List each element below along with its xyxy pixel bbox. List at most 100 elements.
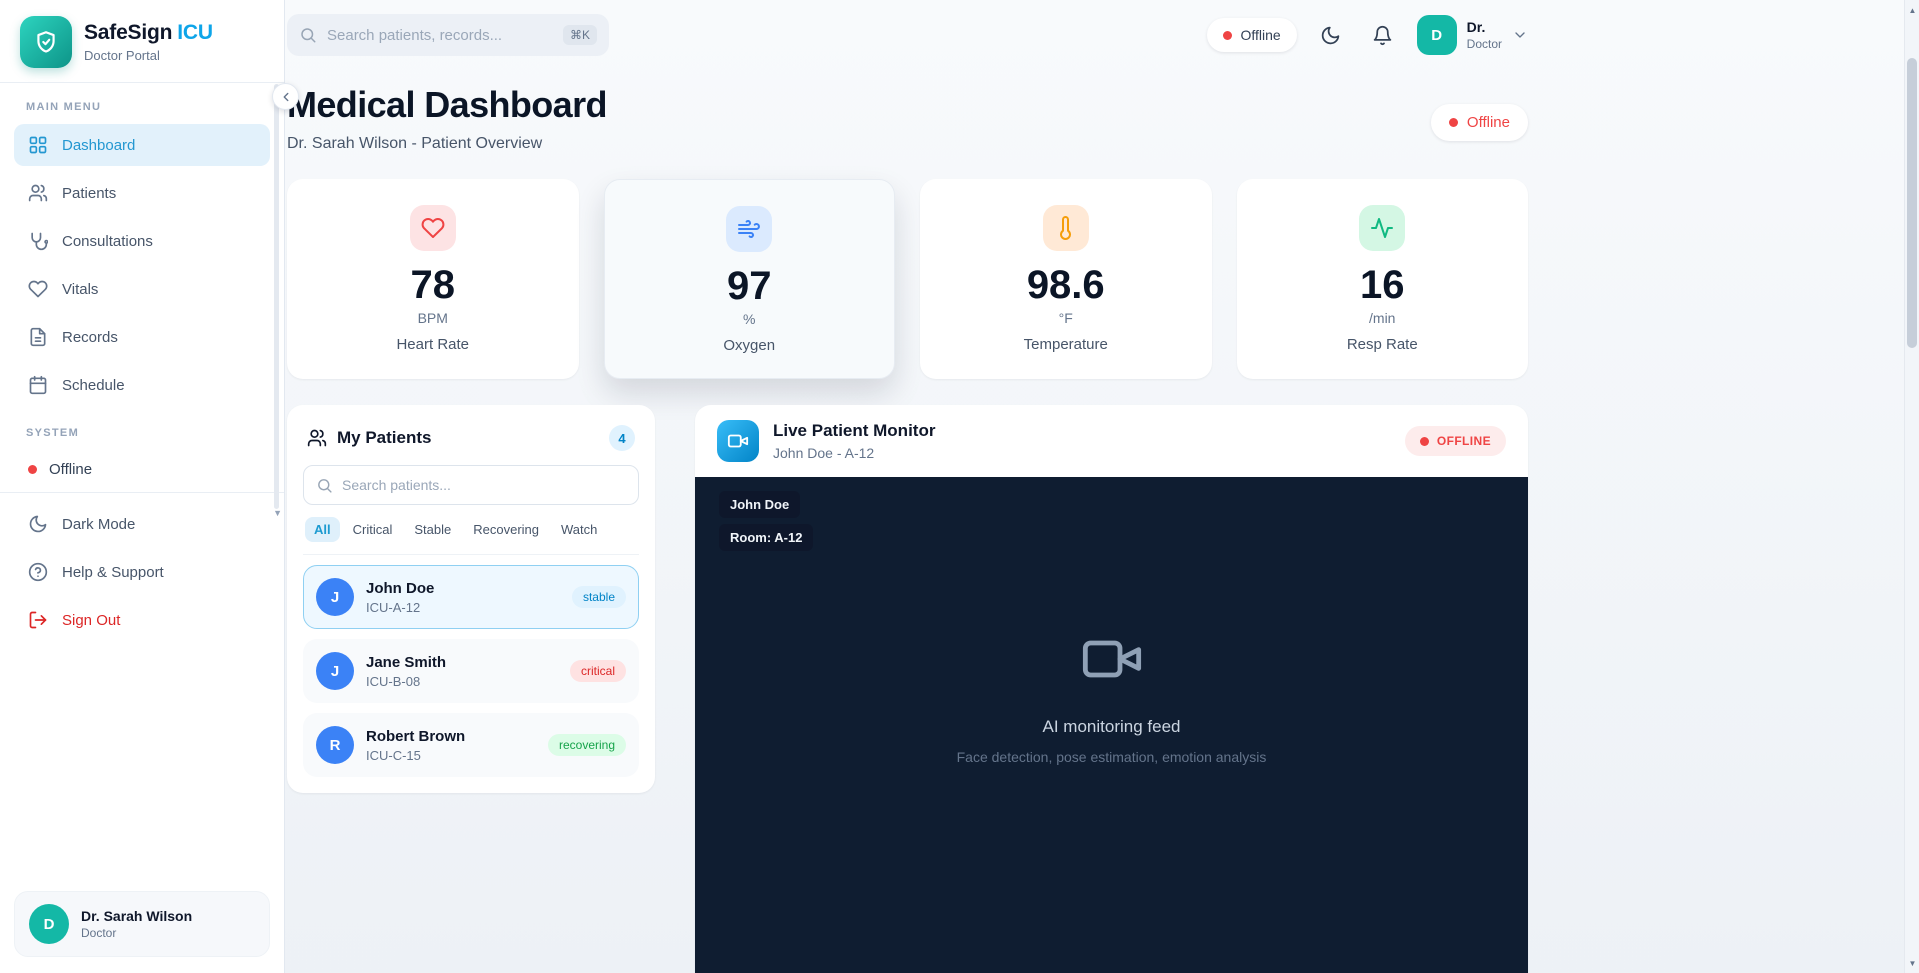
sidebar-item-patients[interactable]: Patients [14,172,270,214]
sidebar-item-schedule[interactable]: Schedule [14,364,270,406]
filter-recovering[interactable]: Recovering [464,517,548,542]
patient-search-input[interactable] [342,477,626,493]
page-scrollbar[interactable]: ▲ ▼ [1904,0,1919,973]
vital-value: 78 [410,263,456,307]
sidebar-collapse-button[interactable] [272,83,299,110]
global-search[interactable]: ⌘K [287,14,609,56]
help-support-item[interactable]: Help & Support [14,551,270,593]
vital-label: Heart Rate [396,336,470,353]
live-monitor-panel: Live Patient Monitor John Doe - A-12 OFF… [695,405,1528,973]
heart-icon [28,280,48,298]
video-feed[interactable]: John Doe Room: A-12 AI monitoring feed F… [695,477,1528,973]
app-name-accent: ICU [177,21,213,44]
status-badge: stable [571,586,626,608]
sign-out-button[interactable]: Sign Out [14,599,270,641]
sidebar-item-label: Vitals [62,280,99,298]
divider [0,492,284,493]
user-role: Doctor [81,926,117,940]
sidebar: SafeSign ICU Doctor Portal MAIN MENU Dash… [0,0,285,973]
user-name: Dr. [1466,19,1486,35]
header-status-pill: Offline [1430,104,1528,141]
vital-unit: % [743,311,756,327]
vital-label: Oxygen [723,337,776,354]
sidebar-item-label: Records [62,328,118,346]
sidebar-item-vitals[interactable]: Vitals [14,268,270,310]
connection-status-label: Offline [1240,27,1281,43]
vital-card-temperature[interactable]: 98.6 °F Temperature [920,179,1212,379]
monitor-status-label: OFFLINE [1436,434,1491,448]
stethoscope-icon [31,232,48,251]
vital-card-heart-rate[interactable]: 78 BPM Heart Rate [287,179,579,379]
vital-card-oxygen[interactable]: 97 % Oxygen [603,179,895,379]
dark-mode-toggle[interactable]: Dark Mode [14,503,270,545]
scrollbar-thumb[interactable] [1907,58,1917,348]
vital-value: 98.6 [1026,263,1105,307]
user-menu[interactable]: D Dr. Doctor [1416,15,1528,55]
thermometer-icon [1042,205,1089,251]
scroll-down-arrow-icon[interactable]: ▼ [1905,955,1919,971]
sign-out-label: Sign Out [62,611,121,629]
logout-icon [29,611,47,629]
sidebar-item-dashboard[interactable]: Dashboard [14,124,270,166]
patient-room: ICU-C-15 [366,747,421,763]
help-support-label: Help & Support [62,563,164,581]
patient-row[interactable]: R Robert Brown ICU-C-15 recovering [303,713,639,777]
status-badge: recovering [547,734,626,756]
patient-count-badge: 4 [609,425,635,451]
chevron-down-icon [1512,27,1528,43]
patient-row[interactable]: J Jane Smith ICU-B-08 critical [303,639,639,703]
patient-search[interactable] [303,465,639,505]
vital-label: Resp Rate [1346,336,1418,353]
patient-row[interactable]: J John Doe ICU-A-12 stable [303,565,639,629]
sidebar-scrollbar[interactable] [274,84,279,509]
header-status-label: Offline [1466,114,1510,131]
sidebar-user-card[interactable]: D Dr. Sarah Wilson Doctor [14,891,270,957]
brand: SafeSign ICU Doctor Portal [0,0,284,82]
sidebar-item-label: Schedule [62,376,125,394]
vital-unit: °F [1058,310,1073,326]
system-status: Offline [14,450,270,489]
bell-icon [1373,25,1392,45]
page-title: Medical Dashboard [287,84,607,125]
vitals-grid: 78 BPM Heart Rate 97 % Oxygen 98.6 °F Te… [287,179,1528,379]
filter-all[interactable]: All [305,517,340,542]
dark-mode-button[interactable] [1313,17,1349,53]
patient-filters: All Critical Stable Recovering Watch [303,505,639,555]
filter-critical[interactable]: Critical [344,517,402,542]
users-icon [28,184,48,202]
keyboard-shortcut-badge: ⌘K [562,25,597,45]
search-input[interactable] [327,26,553,44]
video-camera-icon [717,420,759,462]
offline-dot-icon [1419,436,1429,446]
filter-watch[interactable]: Watch [552,517,606,542]
offline-dot-icon [28,465,37,474]
panel-title: My Patients [337,428,432,447]
page-header: Medical Dashboard Dr. Sarah Wilson - Pat… [287,84,1528,153]
scroll-down-arrow-icon[interactable]: ▼ [273,508,282,518]
app-subtitle: Doctor Portal [84,48,160,63]
avatar: R [316,726,354,764]
wind-icon [726,206,773,252]
sidebar-item-label: Dashboard [62,136,136,154]
scroll-up-arrow-icon[interactable]: ▲ [1905,2,1919,18]
filter-stable[interactable]: Stable [405,517,460,542]
notifications-button[interactable] [1365,17,1401,53]
sidebar-item-label: Consultations [62,232,153,250]
panel-title: Live Patient Monitor [773,421,936,440]
connection-status-pill: Offline [1207,18,1297,52]
vital-value: 16 [1360,263,1405,307]
sidebar-item-consultations[interactable]: Consultations [14,220,270,262]
offline-dot-icon [1448,118,1458,127]
sidebar-item-records[interactable]: Records [14,316,270,358]
app-title: SafeSign ICU [84,21,213,45]
patient-name: John Doe [366,579,435,597]
vital-label: Temperature [1023,336,1108,353]
vital-card-resp-rate[interactable]: 16 /min Resp Rate [1236,179,1528,379]
users-icon [307,429,327,447]
user-name: Dr. Sarah Wilson [81,908,193,924]
search-icon [318,478,332,493]
avatar: D [29,904,69,944]
app-name: SafeSign [84,21,173,44]
grid-icon [29,136,47,154]
patient-name: Robert Brown [366,727,466,745]
